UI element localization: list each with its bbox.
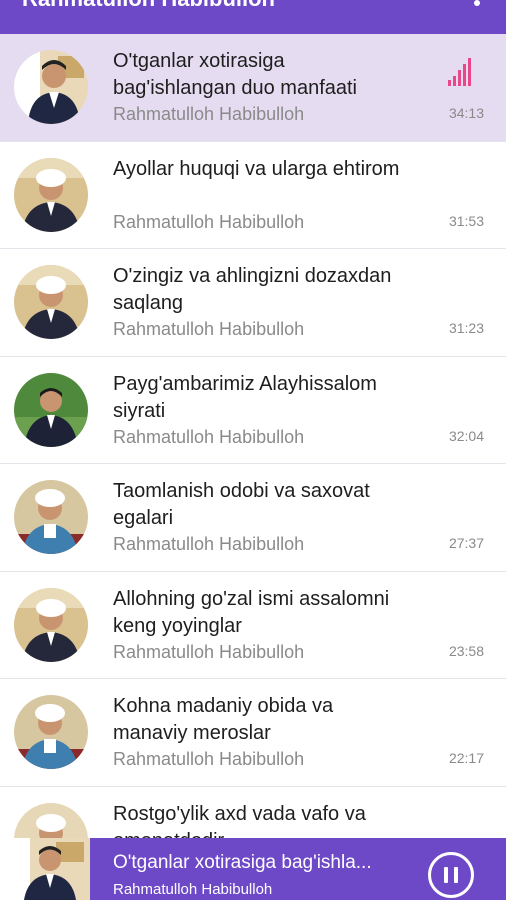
track-row[interactable]: O'tganlar xotirasiga bag'ishlangan duo m… xyxy=(0,34,506,142)
app-title: Rahmatulloh Habibulloh xyxy=(22,0,275,12)
app-bar: Rahmatulloh Habibulloh xyxy=(0,0,506,34)
track-title: Payg'ambarimiz Alayhissalom siyrati xyxy=(113,372,377,422)
track-row[interactable]: O'zingiz va ahlingizni dozaxdan saqlang … xyxy=(0,249,506,357)
track-row[interactable]: Kohna madaniy obida va manaviy meroslar … xyxy=(0,679,506,787)
track-artist: Rahmatulloh Habibulloh xyxy=(113,426,305,447)
track-duration: 31:23 xyxy=(448,320,484,336)
track-row[interactable]: Allohning go'zal ismi assalomni keng yoy… xyxy=(0,571,506,679)
track-duration: 32:04 xyxy=(448,427,484,444)
track-row[interactable]: Taomlanish odobi va saxovat egalari Rahm… xyxy=(0,464,506,572)
track-row[interactable]: Payg'ambarimiz Alayhissalom siyrati Rahm… xyxy=(0,356,506,464)
track-duration: 31:53 xyxy=(448,212,484,229)
track-row[interactable]: Ayollar huquqi va ularga ehtirom Rahmatu… xyxy=(0,141,506,249)
track-title: Kohna madaniy obida va manaviy meroslar xyxy=(113,695,334,744)
pause-icon xyxy=(454,867,458,883)
track-title: Ayollar huquqi va ularga ehtirom xyxy=(113,157,400,180)
track-artist: Rahmatulloh Habibulloh xyxy=(113,104,305,124)
more-vert-icon[interactable] xyxy=(474,0,480,6)
track-artist: Rahmatulloh Habibulloh xyxy=(113,534,305,554)
track-title: Allohning go'zal ismi assalomni keng yoy… xyxy=(113,587,390,637)
track-duration: 34:13 xyxy=(448,105,484,121)
equalizer-icon xyxy=(448,54,476,86)
track-duration: 22:17 xyxy=(448,750,484,766)
track-avatar xyxy=(14,372,88,447)
track-avatar xyxy=(14,265,88,339)
pause-button[interactable] xyxy=(428,852,474,898)
track-avatar xyxy=(14,587,88,662)
track-avatar xyxy=(14,157,88,232)
track-avatar xyxy=(14,50,88,124)
player-title: O'tganlar xotirasiga bag'ishla... xyxy=(113,852,372,873)
track-artist: Rahmatulloh Habibulloh xyxy=(113,319,305,339)
player-artist: Rahmatulloh Habibulloh xyxy=(113,881,273,898)
track-artist: Rahmatulloh Habibulloh xyxy=(113,211,305,232)
track-duration: 27:37 xyxy=(448,535,484,551)
track-title: Taomlanish odobi va saxovat egalari xyxy=(113,480,370,529)
track-duration: 23:58 xyxy=(448,642,484,659)
track-title: O'tganlar xotirasiga bag'ishlangan duo m… xyxy=(113,50,358,99)
track-avatar xyxy=(14,695,88,769)
track-artist: Rahmatulloh Habibulloh xyxy=(113,641,305,662)
player-thumbnail xyxy=(0,838,90,900)
track-avatar xyxy=(14,480,88,554)
pause-icon xyxy=(444,867,448,883)
track-list: O'tganlar xotirasiga bag'ishlangan duo m… xyxy=(0,34,506,894)
track-artist: Rahmatulloh Habibulloh xyxy=(113,749,305,769)
track-title: O'zingiz va ahlingizni dozaxdan saqlang xyxy=(113,265,392,314)
mini-player[interactable]: O'tganlar xotirasiga bag'ishla... Rahmat… xyxy=(0,838,506,900)
